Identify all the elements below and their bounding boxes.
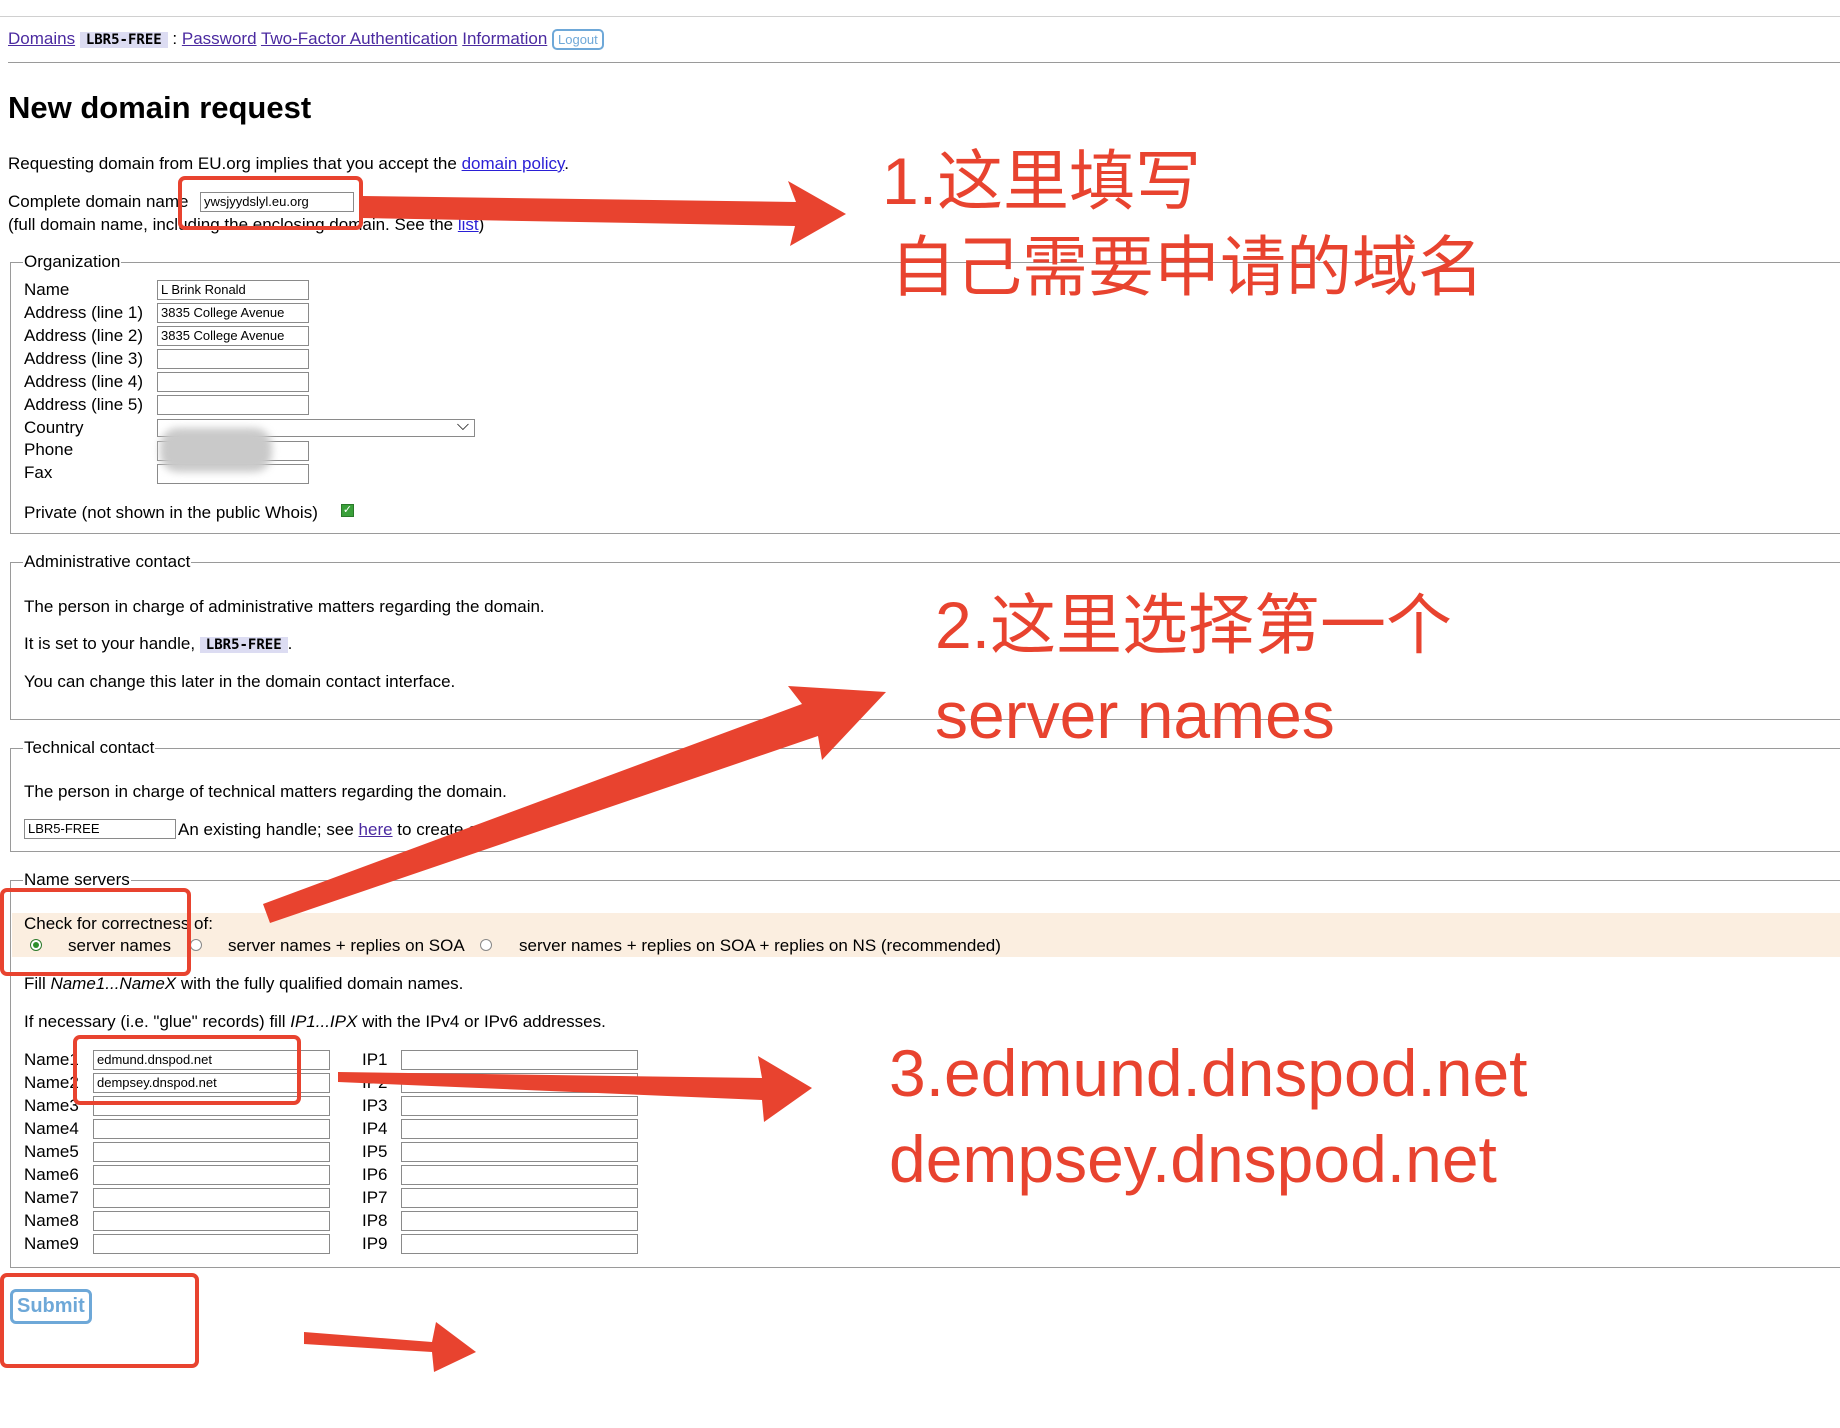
arrow-4-icon <box>304 1322 476 1372</box>
note2-line2: server names <box>935 678 1335 752</box>
note3-line2: dempsey.dnspod.net <box>889 1122 1497 1196</box>
arrow-1-icon <box>362 181 846 246</box>
arrow-3-icon <box>338 1056 812 1122</box>
note2-line1: 2.这里选择第一个 <box>935 588 1453 662</box>
arrow-2-icon <box>263 686 886 923</box>
note3-line1: 3.edmund.dnspod.net <box>889 1036 1528 1110</box>
note1-line1: 1.这里填写 <box>882 144 1202 218</box>
note1-line2: 自己需要申请的域名 <box>890 230 1484 304</box>
